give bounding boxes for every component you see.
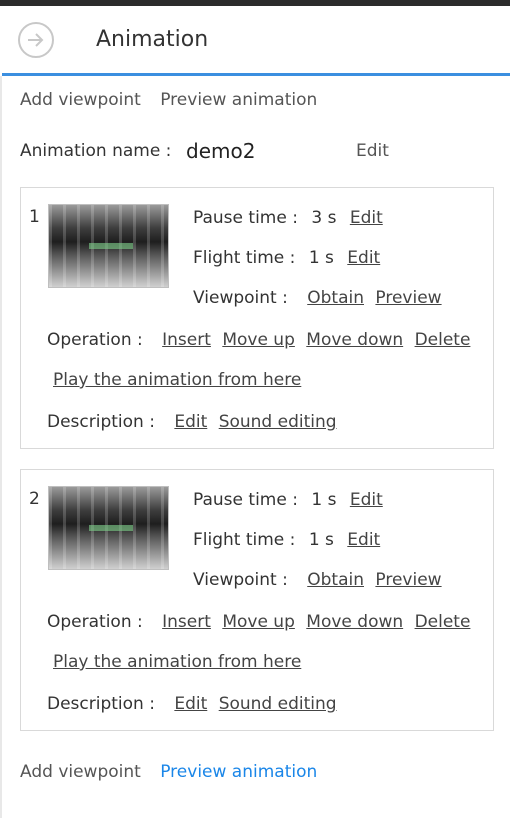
- arrow-right-circle-icon: [28, 33, 44, 47]
- description-label: Description :: [47, 694, 155, 714]
- play-from-here-row: Play the animation from here: [53, 651, 301, 673]
- pause-time-label: Pause time :: [193, 490, 298, 510]
- viewpoint-thumbnail: [48, 204, 169, 288]
- header-divider: [2, 73, 510, 76]
- preview-link[interactable]: Preview: [375, 288, 441, 308]
- obtain-link[interactable]: Obtain: [307, 570, 364, 590]
- edit-animation-name-button[interactable]: Edit: [356, 139, 389, 163]
- flight-time-edit-link[interactable]: Edit: [347, 530, 380, 550]
- move-down-link[interactable]: Move down: [306, 330, 403, 350]
- preview-animation-button[interactable]: Preview animation: [160, 90, 317, 110]
- description-row: Description : Edit Sound editing: [47, 693, 337, 715]
- animation-name-value: demo2: [186, 139, 256, 163]
- description-label: Description :: [47, 412, 155, 432]
- play-from-here-link[interactable]: Play the animation from here: [53, 652, 301, 672]
- operation-row: Operation : Insert Move up Move down Del…: [47, 329, 470, 351]
- panel-header: Animation: [0, 6, 510, 74]
- viewpoint-label: Viewpoint :: [193, 288, 288, 308]
- operation-label: Operation :: [47, 612, 143, 632]
- flight-time-label: Flight time :: [193, 248, 296, 268]
- flight-time-row: Flight time : 1 s Edit: [193, 529, 380, 551]
- flight-time-value: 1 s: [308, 248, 334, 268]
- add-viewpoint-button[interactable]: Add viewpoint: [20, 90, 141, 110]
- sound-editing-link[interactable]: Sound editing: [219, 412, 337, 432]
- viewpoint-index: 1: [29, 207, 40, 227]
- flight-time-row: Flight time : 1 s Edit: [193, 247, 380, 269]
- flight-time-label: Flight time :: [193, 530, 296, 550]
- pause-time-edit-link[interactable]: Edit: [350, 490, 383, 510]
- bottom-actions: Add viewpoint Preview animation: [20, 761, 317, 783]
- add-viewpoint-button[interactable]: Add viewpoint: [20, 762, 141, 782]
- move-up-link[interactable]: Move up: [222, 330, 295, 350]
- viewpoint-row: Viewpoint : Obtain Preview: [193, 569, 442, 591]
- page-title: Animation: [96, 27, 209, 52]
- play-from-here-link[interactable]: Play the animation from here: [53, 370, 301, 390]
- description-edit-link[interactable]: Edit: [174, 412, 207, 432]
- description-edit-link[interactable]: Edit: [174, 694, 207, 714]
- animation-name-label: Animation name :: [20, 141, 172, 161]
- insert-link[interactable]: Insert: [162, 330, 211, 350]
- move-up-link[interactable]: Move up: [222, 612, 295, 632]
- obtain-link[interactable]: Obtain: [307, 288, 364, 308]
- insert-link[interactable]: Insert: [162, 612, 211, 632]
- sound-editing-link[interactable]: Sound editing: [219, 694, 337, 714]
- top-actions: Add viewpoint Preview animation: [20, 89, 331, 111]
- operation-row: Operation : Insert Move up Move down Del…: [47, 611, 470, 633]
- pause-time-label: Pause time :: [193, 208, 298, 228]
- pause-time-row: Pause time : 1 s Edit: [193, 489, 383, 511]
- pause-time-edit-link[interactable]: Edit: [350, 208, 383, 228]
- viewpoint-label: Viewpoint :: [193, 570, 288, 590]
- viewpoint-thumbnail: [48, 486, 169, 570]
- viewpoint-index: 2: [29, 489, 40, 509]
- description-row: Description : Edit Sound editing: [47, 411, 337, 433]
- viewpoint-card: 2 Pause time : 1 s Edit Flight time : 1 …: [20, 469, 494, 731]
- viewpoint-row: Viewpoint : Obtain Preview: [193, 287, 442, 309]
- preview-animation-button[interactable]: Preview animation: [160, 762, 317, 782]
- delete-link[interactable]: Delete: [415, 330, 471, 350]
- animation-name-row: Animation name : demo2 Edit: [20, 139, 500, 163]
- pause-time-row: Pause time : 3 s Edit: [193, 207, 383, 229]
- back-button[interactable]: [18, 22, 54, 58]
- pause-time-value: 1 s: [311, 490, 337, 510]
- play-from-here-row: Play the animation from here: [53, 369, 301, 391]
- flight-time-value: 1 s: [308, 530, 334, 550]
- pause-time-value: 3 s: [311, 208, 337, 228]
- operation-label: Operation :: [47, 330, 143, 350]
- move-down-link[interactable]: Move down: [306, 612, 403, 632]
- preview-link[interactable]: Preview: [375, 570, 441, 590]
- viewpoint-card: 1 Pause time : 3 s Edit Flight time : 1 …: [20, 187, 494, 449]
- flight-time-edit-link[interactable]: Edit: [347, 248, 380, 268]
- delete-link[interactable]: Delete: [415, 612, 471, 632]
- panel-left-border: [0, 76, 2, 818]
